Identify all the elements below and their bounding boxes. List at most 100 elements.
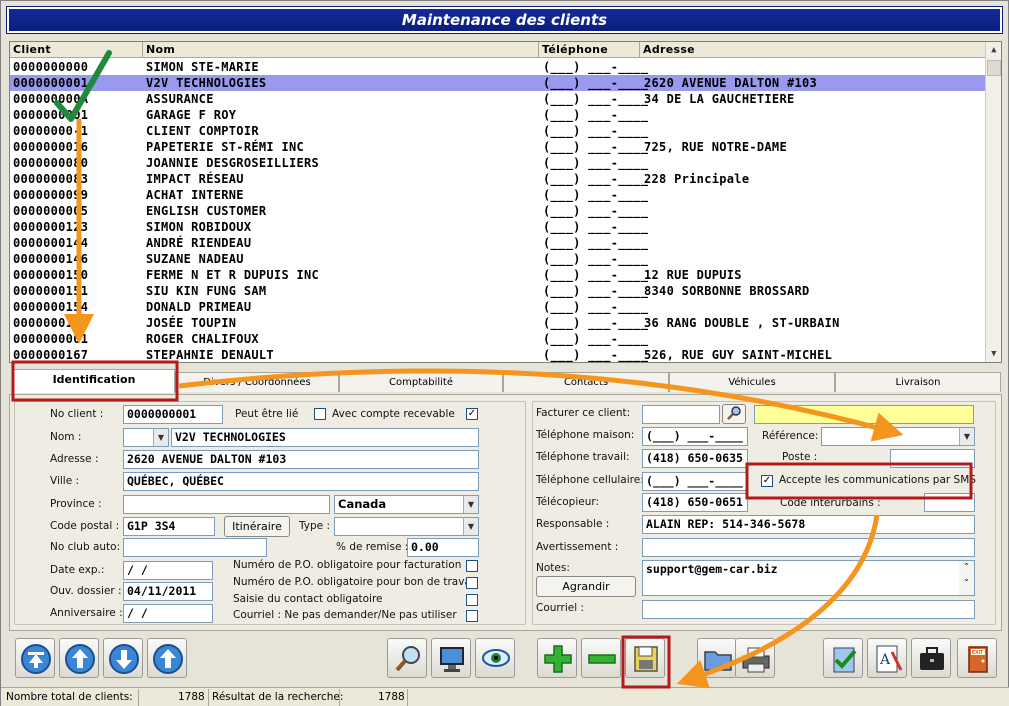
scroll-up-icon[interactable]: ▲ — [986, 42, 1001, 58]
avec-compte-checkbox[interactable] — [314, 408, 326, 420]
chevron-down-icon[interactable]: ▼ — [959, 428, 974, 445]
tab-vehicules[interactable]: Véhicules — [669, 372, 835, 392]
compte-recevable-checkbox[interactable]: ✓ — [466, 408, 478, 420]
table-row[interactable]: 0000000123 SIMON ROBIDOUX (___) ___-____ — [10, 219, 986, 235]
notes-field[interactable]: support@gem-car.biz ⌃ ⌄ — [642, 560, 975, 596]
po-facturation-checkbox[interactable] — [466, 560, 478, 572]
col-adresse[interactable]: Adresse — [640, 42, 986, 58]
type-select[interactable]: ▼ — [334, 517, 479, 536]
table-row[interactable]: 0000000080 JOANNIE DESGROSEILLIERS (___) _… — [10, 155, 986, 171]
search-button[interactable] — [387, 638, 427, 678]
cell-nom: FERME N ET R DUPUIS INC — [146, 268, 320, 282]
briefcase-button[interactable] — [911, 638, 951, 678]
anniversaire-field[interactable]: / / — [123, 604, 213, 623]
no-club-field[interactable] — [123, 538, 267, 557]
tab-contacts[interactable]: Contacts — [503, 372, 669, 392]
delete-button[interactable] — [581, 638, 621, 678]
chevron-down-icon[interactable]: ▼ — [463, 496, 478, 513]
tel-travail-field[interactable]: (418) 650-0635 — [642, 449, 748, 468]
save-button[interactable] — [625, 638, 665, 678]
table-row[interactable]: 00000000-1 CLIENT COMPTOIR (___) ___-____ — [10, 123, 986, 139]
scroll-down-icon[interactable]: ▼ — [986, 346, 1001, 362]
previous-page-button[interactable] — [59, 638, 99, 678]
reference-select[interactable]: ▼ — [821, 427, 975, 446]
first-record-button[interactable] — [15, 638, 55, 678]
po-bon-travail-checkbox[interactable] — [466, 577, 478, 589]
avertissement-field[interactable] — [642, 538, 975, 557]
tab-identification[interactable]: Identification — [13, 369, 175, 393]
exit-button[interactable]: EXIT — [957, 638, 997, 678]
validate-button[interactable] — [823, 638, 863, 678]
table-row[interactable]: 0000000160 JOSÉE TOUPIN (___) ___-____ 36 R… — [10, 315, 986, 331]
plus-icon — [544, 645, 572, 673]
search-client-button[interactable] — [722, 404, 746, 424]
tab-strip: Identification Divers / Coordonnées Comp… — [9, 369, 1002, 394]
scroll-thumb[interactable] — [987, 60, 1001, 76]
table-row[interactable]: 000000000A ASSURANCE (___) ___-____ 34 DE L… — [10, 91, 986, 107]
tel-cell-field[interactable]: (___) ___-____ — [642, 472, 748, 491]
code-postal-field[interactable]: G1P 3S4 — [123, 517, 215, 536]
telecopieur-field[interactable]: (418) 650-0651 — [642, 493, 748, 512]
notes-scroll-icon[interactable]: ⌃ ⌄ — [959, 561, 974, 595]
chevron-down-icon[interactable]: ▼ — [463, 518, 478, 535]
poste-field[interactable] — [890, 449, 975, 468]
responsable-field[interactable]: ALAIN REP: 514-346-5678 — [642, 515, 975, 534]
open-folder-button[interactable] — [697, 638, 737, 678]
display-button[interactable] — [431, 638, 471, 678]
remise-field[interactable]: 0.00 — [407, 538, 479, 557]
no-client-field[interactable]: 0000000001 — [123, 405, 223, 424]
agrandir-button[interactable]: Agrandir — [536, 576, 636, 597]
titre-select[interactable]: ▼ — [123, 428, 169, 447]
grid-scrollbar[interactable]: ▲ ▼ — [985, 42, 1001, 362]
sms-label: Accepte les communications par SMS — [779, 474, 976, 486]
previous-button[interactable] — [147, 638, 187, 678]
date-exp-field[interactable]: / / — [123, 561, 213, 580]
ouv-dossier-field[interactable]: 04/11/2011 — [123, 582, 213, 601]
table-row[interactable]: 0000000144 ANDRÉ RIENDEAU (___) ___-____ — [10, 235, 986, 251]
table-row[interactable]: 0000000167 STEPAHNIE DENAULT (___) ___-___… — [10, 347, 986, 362]
table-row[interactable]: 0000000083 IMPACT RÉSEAU (___) ___-____ 228… — [10, 171, 986, 187]
cell-client: 0000000001 — [13, 76, 89, 90]
sms-checkbox[interactable]: ✓ — [761, 475, 773, 487]
tab-comptabilite[interactable]: Comptabilité — [339, 372, 503, 392]
table-row[interactable]: 0000000001 V2V TECHNOLOGIES (___) ___-____… — [10, 75, 986, 91]
facturer-name-field[interactable] — [754, 405, 974, 424]
col-nom[interactable]: Nom — [143, 42, 539, 58]
view-button[interactable] — [475, 638, 515, 678]
col-client[interactable]: Client — [10, 42, 143, 58]
next-button[interactable] — [103, 638, 143, 678]
table-row[interactable]: 0000000150 FERME N ET R DUPUIS INC (___) _… — [10, 267, 986, 283]
table-row[interactable]: 0000000154 DONALD PRIMEAU (___) ___-____ — [10, 299, 986, 315]
spell-check-button[interactable]: A — [867, 638, 907, 678]
col-telephone[interactable]: Téléphone — [539, 42, 640, 58]
add-button[interactable] — [537, 638, 577, 678]
adresse-field[interactable]: 2620 AVENUE DALTON #103 — [123, 450, 479, 469]
cell-tel: (___) ___-____ — [543, 188, 649, 202]
table-row[interactable]: 0000000000 SIMON STE-MARIE (___) ___-____ — [10, 59, 986, 75]
tab-livraison[interactable]: Livraison — [835, 372, 1001, 392]
ville-field[interactable]: QUÉBEC, QUÉBEC — [123, 472, 479, 491]
courriel-np-checkbox[interactable] — [466, 610, 478, 622]
pays-select[interactable]: Canada ▼ — [334, 495, 479, 514]
table-row[interactable]: 0000000001 ROGER CHALIFOUX (___) ___-____ — [10, 331, 986, 347]
table-row[interactable]: 0000000005 ENGLISH CUSTOMER (___) ___-____ — [10, 203, 986, 219]
table-row[interactable]: 0000000099 ACHAT INTERNE (___) ___-____ — [10, 187, 986, 203]
poste-label: Poste : — [782, 451, 818, 463]
table-row[interactable]: 0000000151 SIU KIN FUNG SAM (___) ___-____… — [10, 283, 986, 299]
nom-field[interactable]: V2V TECHNOLOGIES — [171, 428, 479, 447]
code-inter-field[interactable] — [924, 493, 975, 512]
print-button[interactable] — [735, 638, 775, 678]
table-row[interactable]: 0000000001 GARAGE F ROY (___) ___-____ — [10, 107, 986, 123]
courriel-field[interactable] — [642, 600, 975, 619]
table-row[interactable]: 0000000016 PAPETERIE ST-RÉMI INC (___) ___… — [10, 139, 986, 155]
table-row[interactable]: 0000000146 SUZANE NADEAU (___) ___-____ — [10, 251, 986, 267]
facturer-field[interactable] — [642, 405, 720, 424]
tab-divers-coordonnees[interactable]: Divers / Coordonnées — [175, 372, 339, 392]
client-grid[interactable]: Client Nom Téléphone Adresse 0000000000 S… — [9, 41, 1002, 363]
saisie-contact-checkbox[interactable] — [466, 594, 478, 606]
province-field[interactable] — [123, 495, 330, 514]
itineraire-button[interactable]: Itinéraire — [224, 516, 290, 537]
tel-maison-field[interactable]: (___) ___-____ — [642, 427, 748, 446]
chevron-down-icon[interactable]: ▼ — [153, 429, 168, 446]
briefcase-icon — [920, 647, 944, 670]
